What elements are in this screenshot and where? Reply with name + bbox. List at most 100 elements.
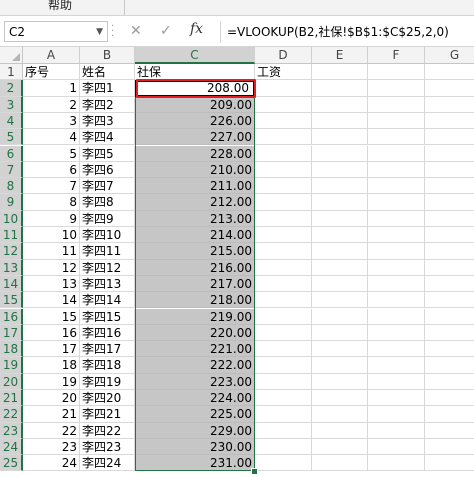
empty-cell[interactable] bbox=[255, 112, 312, 130]
row-header[interactable]: 5 bbox=[0, 129, 23, 146]
empty-cell[interactable] bbox=[368, 422, 425, 439]
name-cell[interactable]: 李四2 bbox=[80, 96, 135, 113]
empty-cell[interactable] bbox=[255, 210, 312, 227]
seq-cell[interactable]: 4 bbox=[23, 129, 80, 146]
seq-cell[interactable]: 12 bbox=[23, 259, 80, 276]
seq-cell[interactable]: 24 bbox=[23, 455, 80, 472]
empty-cell[interactable] bbox=[255, 80, 312, 97]
seq-cell[interactable]: 13 bbox=[23, 275, 80, 293]
row-header[interactable]: 21 bbox=[0, 390, 23, 407]
name-cell[interactable]: 李四12 bbox=[80, 259, 135, 276]
empty-cell[interactable] bbox=[425, 97, 474, 113]
social-insurance-cell[interactable]: 219.00 bbox=[135, 308, 255, 325]
seq-cell[interactable]: 3 bbox=[23, 112, 80, 130]
empty-cell[interactable] bbox=[312, 390, 368, 407]
empty-cell[interactable] bbox=[425, 227, 474, 244]
empty-cell[interactable] bbox=[368, 292, 425, 309]
empty-cell[interactable] bbox=[312, 308, 368, 325]
empty-cell[interactable] bbox=[368, 324, 425, 342]
empty-cell[interactable] bbox=[368, 308, 425, 325]
empty-cell[interactable] bbox=[425, 178, 474, 195]
empty-cell[interactable] bbox=[312, 341, 368, 358]
row-header[interactable]: 2 bbox=[0, 80, 23, 97]
social-insurance-cell[interactable]: 222.00 bbox=[135, 357, 255, 374]
empty-cell[interactable] bbox=[312, 194, 368, 211]
empty-cell[interactable] bbox=[312, 161, 368, 179]
row-header[interactable]: 23 bbox=[0, 422, 23, 439]
empty-cell[interactable] bbox=[312, 210, 368, 227]
social-insurance-cell[interactable]: 226.00 bbox=[135, 112, 255, 130]
seq-cell[interactable]: 19 bbox=[23, 373, 80, 390]
name-cell[interactable]: 李四5 bbox=[80, 145, 135, 162]
empty-cell[interactable] bbox=[368, 455, 425, 472]
empty-cell[interactable] bbox=[255, 275, 312, 293]
seq-cell[interactable]: 7 bbox=[23, 178, 80, 195]
social-insurance-cell[interactable]: 210.00 bbox=[135, 161, 255, 179]
empty-cell[interactable] bbox=[368, 194, 425, 211]
empty-cell[interactable] bbox=[255, 422, 312, 439]
empty-cell[interactable] bbox=[425, 439, 474, 456]
active-cell-value[interactable]: 208.00 bbox=[135, 80, 255, 96]
column-header-a[interactable]: A bbox=[23, 47, 80, 64]
social-insurance-cell[interactable]: 224.00 bbox=[135, 390, 255, 407]
cell-e1[interactable] bbox=[312, 64, 368, 81]
name-cell[interactable]: 李四1 bbox=[80, 80, 135, 97]
name-cell[interactable]: 李四9 bbox=[80, 210, 135, 227]
social-insurance-cell[interactable]: 218.00 bbox=[135, 292, 255, 309]
seq-cell[interactable]: 15 bbox=[23, 308, 80, 325]
row-header[interactable]: 14 bbox=[0, 275, 23, 293]
empty-cell[interactable] bbox=[425, 146, 474, 162]
empty-cell[interactable] bbox=[312, 259, 368, 276]
empty-cell[interactable] bbox=[255, 178, 312, 195]
social-insurance-cell[interactable]: 225.00 bbox=[135, 406, 255, 423]
name-cell[interactable]: 李四21 bbox=[80, 406, 135, 423]
row-header[interactable]: 19 bbox=[0, 357, 23, 374]
seq-cell[interactable]: 1 bbox=[23, 80, 80, 97]
empty-cell[interactable] bbox=[368, 275, 425, 293]
empty-cell[interactable] bbox=[255, 129, 312, 146]
name-cell[interactable]: 李四16 bbox=[80, 324, 135, 342]
empty-cell[interactable] bbox=[255, 145, 312, 162]
empty-cell[interactable] bbox=[312, 80, 368, 97]
row-header[interactable]: 18 bbox=[0, 341, 23, 358]
seq-cell[interactable]: 14 bbox=[23, 292, 80, 309]
name-cell[interactable]: 李四24 bbox=[80, 455, 135, 472]
seq-cell[interactable]: 11 bbox=[23, 243, 80, 260]
seq-cell[interactable]: 17 bbox=[23, 341, 80, 358]
seq-cell[interactable]: 18 bbox=[23, 357, 80, 374]
empty-cell[interactable] bbox=[312, 112, 368, 130]
empty-cell[interactable] bbox=[312, 292, 368, 309]
empty-cell[interactable] bbox=[368, 341, 425, 358]
empty-cell[interactable] bbox=[312, 178, 368, 195]
cell-d1[interactable]: 工资 bbox=[255, 64, 312, 81]
social-insurance-cell[interactable]: 216.00 bbox=[135, 259, 255, 276]
seq-cell[interactable]: 2 bbox=[23, 96, 80, 113]
name-cell[interactable]: 李四10 bbox=[80, 227, 135, 244]
empty-cell[interactable] bbox=[312, 438, 368, 456]
column-header-d[interactable]: D bbox=[255, 47, 312, 64]
empty-cell[interactable] bbox=[255, 259, 312, 276]
empty-cell[interactable] bbox=[368, 161, 425, 179]
empty-cell[interactable] bbox=[425, 211, 474, 227]
column-header-b[interactable]: B bbox=[80, 47, 135, 64]
empty-cell[interactable] bbox=[425, 341, 474, 358]
social-insurance-cell[interactable]: 231.00 bbox=[135, 455, 255, 472]
empty-cell[interactable] bbox=[425, 423, 474, 439]
empty-cell[interactable] bbox=[255, 390, 312, 407]
row-header[interactable]: 1 bbox=[0, 64, 23, 81]
cell-g1[interactable] bbox=[425, 64, 474, 81]
seq-cell[interactable]: 21 bbox=[23, 406, 80, 423]
column-header-f[interactable]: F bbox=[368, 47, 425, 64]
empty-cell[interactable] bbox=[368, 243, 425, 260]
row-header[interactable]: 22 bbox=[0, 406, 23, 423]
empty-cell[interactable] bbox=[255, 357, 312, 374]
empty-cell[interactable] bbox=[425, 292, 474, 309]
row-header[interactable]: 6 bbox=[0, 145, 23, 162]
empty-cell[interactable] bbox=[312, 129, 368, 146]
name-cell[interactable]: 李四13 bbox=[80, 275, 135, 293]
empty-cell[interactable] bbox=[255, 96, 312, 113]
insert-function-button[interactable]: fx bbox=[190, 21, 203, 37]
chevron-down-icon[interactable]: ▼ bbox=[96, 22, 103, 43]
cell-a1[interactable]: 序号 bbox=[23, 64, 80, 81]
empty-cell[interactable] bbox=[368, 390, 425, 407]
